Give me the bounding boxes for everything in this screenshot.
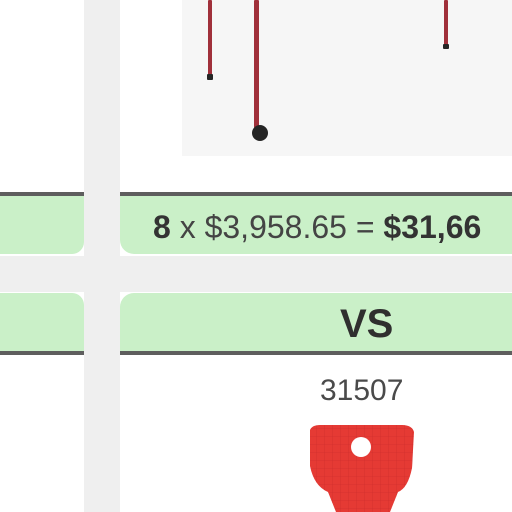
vs-label: VS — [340, 302, 394, 346]
price-panel-left — [0, 192, 84, 254]
chair-leg — [208, 0, 212, 76]
chair-foot — [207, 74, 213, 80]
price-formula: 8 x $3,958.65 = $31,66 — [153, 209, 481, 245]
unit-price: $3,958.65 — [204, 209, 347, 245]
chair-caster — [252, 125, 268, 141]
product-image-bottom — [310, 425, 414, 512]
chair-leg — [254, 0, 259, 128]
vs-panel — [120, 293, 512, 355]
product-code: 31507 — [320, 374, 404, 407]
total-price: $31,66 — [383, 209, 482, 245]
chair-foot — [443, 44, 449, 49]
vs-panel-left — [0, 293, 84, 355]
quantity: 8 — [153, 209, 171, 245]
chair-leg — [444, 0, 448, 46]
times-sign: x — [179, 209, 196, 245]
equals-sign: = — [355, 209, 375, 245]
product-image-top — [182, 0, 512, 156]
horizontal-gutter — [0, 256, 512, 292]
